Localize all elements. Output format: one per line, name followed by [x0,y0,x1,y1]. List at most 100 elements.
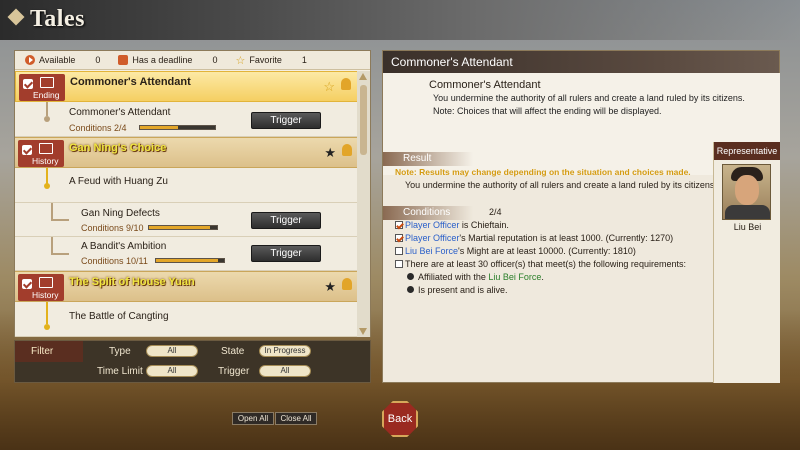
representative-panel: Representative Liu Bei [713,142,780,383]
trigger-button[interactable]: Trigger [251,112,321,129]
progress-fill [149,226,211,229]
deadline-label: Has a deadline [132,55,193,65]
bullet-icon [407,273,414,280]
condition-checkbox-checked [395,221,403,229]
stat-available: Available 0 [25,55,100,65]
stat-deadline: Has a deadline 0 [118,55,217,65]
filter-state-label: State [221,346,245,357]
portrait-body [725,205,770,219]
qr-icon [40,77,54,88]
favorite-star-icon: ☆ [235,54,246,67]
favorite-star-icon[interactable]: ★ [324,145,336,161]
bell-icon[interactable] [341,78,351,90]
diamond-icon [7,8,25,26]
player-officer-link[interactable]: Player Officer [405,233,459,243]
condition-1-text: is Chieftain. [459,220,509,230]
conditions-value: 2/4 [114,123,127,133]
scroll-thumb[interactable] [360,85,367,155]
tale-category-gan-nings-choice[interactable]: History Gan Ning's Choice ★ [15,137,358,168]
player-officer-link[interactable]: Player Officer [405,220,459,230]
condition-checkbox [395,247,403,255]
detail-subtitle: Commoner's Attendant [429,79,541,91]
tale-item[interactable]: Commoner's Attendant Conditions 2/4 Trig… [15,102,358,137]
progress-bar [148,225,218,230]
tale-item[interactable]: A Feud with Huang Zu [15,168,358,203]
filter-time-select[interactable]: All [146,365,198,377]
liu-bei-force-link[interactable]: Liu Bei Force [405,246,458,256]
condition-3: Liu Bei Force's Might are at least 10000… [405,246,636,256]
tree-node [44,116,50,122]
available-icon [25,55,35,65]
filter-time-label: Time Limit [97,366,143,377]
tale-item[interactable]: Gan Ning Defects Conditions 9/10 Trigger [15,203,358,237]
tree-branch [51,219,69,221]
bullet-icon [407,286,414,293]
checkbox-icon [22,145,32,155]
tree-node [44,324,50,330]
filter-trigger-label: Trigger [218,366,250,377]
filter-panel: Filter Type All State In Progress Time L… [14,340,371,383]
condition-checkbox [395,260,403,268]
tale-name: The Split of House Yuan [69,276,195,288]
favorite-star-icon[interactable]: ★ [324,279,336,295]
representative-label: Representative [714,142,780,160]
conditions-value: 10/11 [126,256,148,266]
tale-category-commoners-attendant[interactable]: Ending Commoner's Attendant ☆ [15,71,358,102]
conditions-label: Conditions [69,123,112,133]
available-count: 0 [95,55,101,65]
tales-list-panel: Available 0 Has a deadline 0 ☆ Favorite … [14,50,371,337]
filter-trigger-select[interactable]: All [259,365,311,377]
tree-line [51,237,53,254]
item-name: A Feud with Huang Zu [69,176,168,187]
progress-bar [139,125,216,130]
bell-icon[interactable] [342,144,352,156]
detail-description: You undermine the authority of all ruler… [433,93,745,103]
tale-item[interactable]: The Battle of Cangting [15,302,358,337]
trigger-button[interactable]: Trigger [251,212,321,229]
condition-1: Player Officer is Chieftain. [405,220,509,230]
conditions-value: 9/10 [126,223,144,233]
favorite-star-icon[interactable]: ☆ [323,79,335,95]
conditions-section-label: Conditions [383,206,473,220]
portrait-face [735,175,759,205]
tale-name: Gan Ning's Choice [69,142,167,154]
filter-state-select[interactable]: In Progress [259,345,311,357]
favorite-label: Favorite [249,55,282,65]
condition-4-req-1: Affiliated with the Liu Bei Force. [418,272,544,282]
available-label: Available [39,55,76,65]
stat-favorite: ☆ Favorite 1 [235,54,306,67]
condition-checkbox-checked [395,234,403,242]
stats-bar: Available 0 Has a deadline 0 ☆ Favorite … [15,51,370,70]
scroll-up-arrow-icon[interactable] [359,73,367,80]
bell-icon[interactable] [342,278,352,290]
open-all-button[interactable]: Open All [232,412,274,425]
detail-note: Note: Choices that will affect the endin… [433,106,662,116]
trigger-button[interactable]: Trigger [251,245,321,262]
tree-branch [51,253,69,255]
req-1-text: Affiliated with the [418,272,489,282]
tale-category-split-of-house-yuan[interactable]: History The Split of House Yuan ★ [15,271,358,302]
book-icon [39,143,53,154]
conditions-label: Conditions [81,256,124,266]
ending-badge: Ending [19,74,65,101]
book-icon [39,277,53,288]
result-section-label: Result [383,152,473,166]
tree-line [46,102,48,116]
filter-type-select[interactable]: All [146,345,198,357]
deadline-icon [118,55,129,65]
scroll-down-arrow-icon[interactable] [359,328,367,335]
badge-label: History [32,290,59,300]
screen-title: Tales [7,6,85,33]
condition-2: Player Officer's Martial reputation is a… [405,233,673,243]
condition-4: There are at least 30 officer(s) that me… [405,259,686,269]
officer-portrait[interactable] [722,164,771,220]
conditions-label: Conditions [81,223,124,233]
item-name: Gan Ning Defects [81,208,160,219]
tale-item[interactable]: A Bandit's Ambition Conditions 10/11 Tri… [15,237,358,271]
close-all-button[interactable]: Close All [275,412,317,425]
list-scrollbar[interactable] [357,71,370,337]
liu-bei-force-link[interactable]: Liu Bei Force [488,272,541,282]
item-conditions: Conditions 9/10 [81,223,144,233]
history-badge: History [18,274,64,301]
tree-line [51,203,53,220]
